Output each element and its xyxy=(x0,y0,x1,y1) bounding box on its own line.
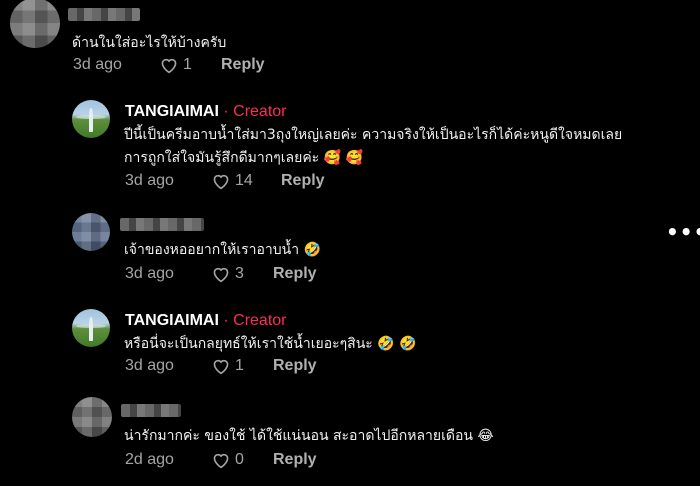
username[interactable]: TANGIAIMAI · Creator xyxy=(125,103,287,121)
creator-badge: · Creator xyxy=(223,312,287,329)
creator-badge: · Creator xyxy=(223,103,287,120)
like-button[interactable]: 1 xyxy=(211,357,273,375)
comment-text: หรือนี่จะเป็นกลยุทธ์ให้เราใช้น้ำเยอะๆสิน… xyxy=(124,336,417,352)
comment-meta: 3d ago 14 Reply xyxy=(125,172,325,190)
avatar[interactable] xyxy=(72,397,112,437)
username-blurred[interactable] xyxy=(68,8,140,21)
comment-text: ด้านในใส่อะไรให้บ้างครับ xyxy=(72,35,227,51)
heart-outline-icon xyxy=(213,267,229,283)
like-button[interactable]: 3 xyxy=(211,265,273,283)
reply-button[interactable]: Reply xyxy=(273,357,317,375)
heart-outline-icon xyxy=(213,359,229,375)
comment-meta: 3d ago 3 Reply xyxy=(125,265,317,283)
comments-panel: ด้านในใส่อะไรให้บ้างครับ 3d ago 1 Reply … xyxy=(0,0,700,486)
heart-outline-icon xyxy=(213,453,229,469)
comment-date: 3d ago xyxy=(125,172,174,189)
emoji: 🥰 🥰 xyxy=(323,150,363,166)
reply-button[interactable]: Reply xyxy=(221,56,265,74)
username-text: TANGIAIMAI xyxy=(125,312,219,329)
heart-outline-icon xyxy=(161,58,177,74)
comment-date: 3d ago xyxy=(125,265,174,282)
comment-date: 3d ago xyxy=(73,56,122,73)
emoji: 🤣 🤣 xyxy=(377,336,417,352)
avatar[interactable] xyxy=(10,0,60,48)
like-button[interactable]: 0 xyxy=(211,451,273,469)
emoji: 🤣 xyxy=(303,242,321,258)
comment-text-line2: การถูกใส่ใจมันรู้สึกดีมากๆเลยค่ะ 🥰 🥰 xyxy=(124,150,363,166)
comment-meta: 2d ago 0 Reply xyxy=(125,451,317,469)
emoji: 😂 xyxy=(477,428,494,444)
like-count: 1 xyxy=(183,56,192,73)
avatar[interactable] xyxy=(72,309,110,347)
like-button[interactable]: 1 xyxy=(159,56,221,74)
comment-date: 3d ago xyxy=(125,357,174,374)
comment-meta: 3d ago 1 Reply xyxy=(125,357,317,375)
avatar[interactable] xyxy=(72,100,110,138)
heart-outline-icon xyxy=(213,174,229,190)
username[interactable]: TANGIAIMAI · Creator xyxy=(125,312,287,330)
like-count: 14 xyxy=(235,172,253,189)
comment-date: 2d ago xyxy=(125,451,174,468)
reply-button[interactable]: Reply xyxy=(281,172,325,190)
comment-text: เจ้าของหออยากให้เราอาบน้ำ 🤣 xyxy=(124,242,321,258)
reply-button[interactable]: Reply xyxy=(273,265,317,283)
comment-text: น่ารักมากค่ะ ของใช้ ได้ใช้แน่นอน สะอาดไป… xyxy=(124,428,494,444)
like-count: 3 xyxy=(235,265,244,282)
reply-button[interactable]: Reply xyxy=(273,451,317,469)
username-blurred[interactable] xyxy=(121,404,181,417)
comment-text: ปีนี้เป็นครีมอาบน้ำใส่มา3ถุงใหญ่เลยค่ะ ค… xyxy=(124,127,623,143)
like-button[interactable]: 14 xyxy=(211,172,281,190)
avatar[interactable] xyxy=(72,213,110,251)
like-count: 1 xyxy=(235,357,244,374)
username-text: TANGIAIMAI xyxy=(125,103,219,120)
like-count: 0 xyxy=(235,451,244,468)
comment-meta: 3d ago 1 Reply xyxy=(73,56,265,74)
username-blurred[interactable] xyxy=(120,218,204,231)
more-options-icon[interactable]: ••• xyxy=(666,220,700,244)
